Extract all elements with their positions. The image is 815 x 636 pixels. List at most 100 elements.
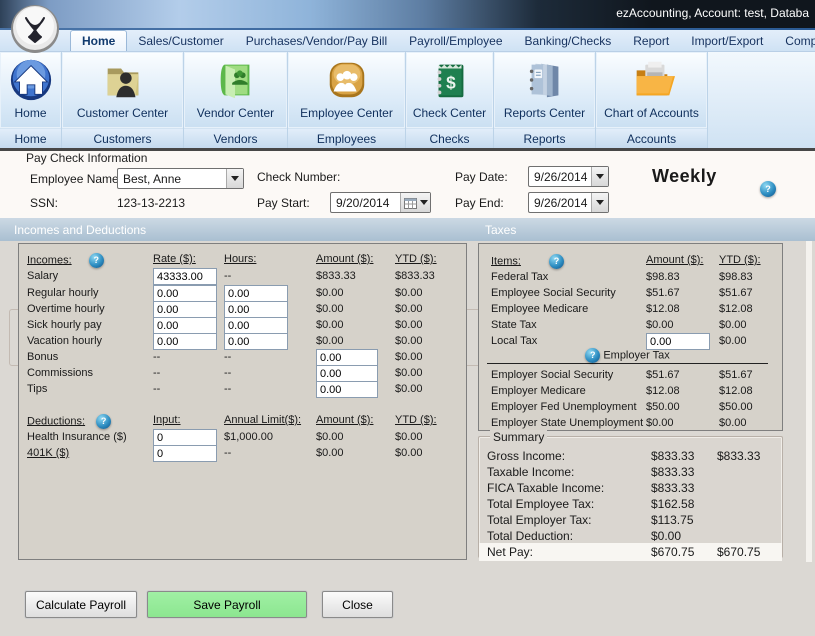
pay-start-picker[interactable]: 9/20/2014: [330, 192, 431, 213]
tips-amount-input[interactable]: [316, 381, 378, 398]
pay-end-label: Pay End:: [455, 196, 504, 210]
amount-header: Amount ($):: [316, 253, 373, 265]
toolbar-button-label: Check Center: [413, 106, 486, 120]
employer-tax-header: Employer Tax: [603, 349, 669, 361]
health-insurance-input[interactable]: [153, 429, 217, 446]
pay-date-label: Pay Date:: [455, 170, 508, 184]
toolbar-button-label: Vendor Center: [197, 106, 274, 120]
toolbar-group-customers[interactable]: Customers: [62, 128, 183, 149]
input-header: Input:: [153, 414, 181, 426]
toolbar-group-employees[interactable]: Employees: [288, 128, 405, 149]
hours-header: Hours:: [224, 253, 256, 265]
home-icon: [8, 57, 54, 103]
toolbar-button-label: Reports Center: [504, 106, 585, 120]
income-row-vacation-hourly: Vacation hourly $0.00 $0.00: [19, 335, 466, 351]
paycheck-help-icon[interactable]: [760, 181, 776, 197]
chevron-down-icon[interactable]: [591, 193, 608, 212]
toolbar-button-home[interactable]: Home: [0, 52, 61, 128]
toolbar-button-check-center[interactable]: $ Check Center: [406, 52, 493, 128]
summary-row-net-pay: Net Pay: $670.75 $670.75: [479, 543, 782, 561]
vacation-hourly-rate-input[interactable]: [153, 333, 217, 350]
annual-limit-header: Annual Limit($):: [224, 414, 301, 426]
ded-amount-header: Amount ($):: [316, 414, 373, 426]
toolbar-button-label: Home: [14, 106, 46, 120]
chevron-down-icon[interactable]: [591, 167, 608, 186]
sick-hourly-rate-input[interactable]: [153, 317, 217, 334]
menu-item-company[interactable]: Company: [774, 31, 815, 51]
customers-folder-icon: [100, 57, 146, 103]
salary-rate-input[interactable]: [153, 268, 217, 285]
pay-end-picker[interactable]: 9/26/2014: [528, 192, 609, 213]
tax-ytd-header: YTD ($):: [719, 254, 761, 266]
regular-hourly-rate-input[interactable]: [153, 285, 217, 302]
menu-bar: Home Sales/Customer Purchases/Vendor/Pay…: [0, 30, 815, 52]
app-logo-icon[interactable]: [10, 4, 60, 54]
app-window: ezAccounting, Account: test, Databa Home…: [0, 0, 815, 636]
summary-row-taxable-income: Taxable Income: $833.33: [479, 465, 782, 481]
employee-name-value: Best, Anne: [118, 172, 226, 186]
pay-start-value: 9/20/2014: [331, 196, 400, 210]
regular-hourly-hours-input[interactable]: [224, 285, 288, 302]
calculate-payroll-button[interactable]: Calculate Payroll: [25, 591, 137, 618]
income-row-tips: Tips -- -- $0.00: [19, 383, 466, 399]
401k-input[interactable]: [153, 445, 217, 462]
vacation-hourly-hours-input[interactable]: [224, 333, 288, 350]
employee-name-label: Employee Name:: [30, 172, 122, 186]
save-payroll-button[interactable]: Save Payroll: [147, 591, 307, 618]
income-row-bonus: Bonus -- -- $0.00: [19, 351, 466, 367]
overtime-hourly-hours-input[interactable]: [224, 301, 288, 318]
tax-row-state: State Tax $0.00 $0.00: [479, 319, 782, 335]
menu-item-report[interactable]: Report: [622, 31, 680, 51]
ssn-label: SSN:: [30, 196, 58, 210]
summary-row-total-employee-tax: Total Employee Tax: $162.58: [479, 497, 782, 513]
incomes-deductions-panel: Incomes: Rate ($): Hours: Amount ($): YT…: [18, 243, 467, 560]
taxes-band-title: Taxes: [485, 223, 516, 237]
toolbar-group-accounts[interactable]: Accounts: [596, 128, 707, 149]
chevron-down-icon[interactable]: [226, 169, 243, 188]
toolbar-button-employee-center[interactable]: Employee Center: [288, 52, 405, 128]
toolbar-button-chart-of-accounts[interactable]: Chart of Accounts: [596, 52, 707, 128]
toolbar-button-label: Employee Center: [300, 106, 393, 120]
summary-title: Summary: [490, 430, 547, 444]
bonus-amount-input[interactable]: [316, 349, 378, 366]
toolbar-group-vendors[interactable]: Vendors: [184, 128, 287, 149]
incomes-help-icon[interactable]: [89, 253, 104, 268]
toolbar-button-customer-center[interactable]: Customer Center: [62, 52, 183, 128]
taxes-help-icon[interactable]: [549, 254, 564, 269]
menu-item-import-export[interactable]: Import/Export: [680, 31, 774, 51]
employer-tax-help-icon[interactable]: [585, 348, 600, 363]
section-band: Incomes and Deductions Taxes: [0, 218, 815, 241]
pay-date-picker[interactable]: 9/26/2014: [528, 166, 609, 187]
calendar-dropdown-button[interactable]: [400, 193, 430, 212]
menu-item-home[interactable]: Home: [70, 30, 127, 51]
menu-item-payroll-employee[interactable]: Payroll/Employee: [398, 31, 513, 51]
close-button[interactable]: Close: [322, 591, 393, 618]
reports-binders-icon: [522, 57, 568, 103]
sick-hourly-hours-input[interactable]: [224, 317, 288, 334]
pay-end-value: 9/26/2014: [529, 196, 591, 210]
menu-item-sales-customer[interactable]: Sales/Customer: [127, 31, 234, 51]
401k-link[interactable]: 401K ($): [27, 447, 69, 459]
toolbar-group-home[interactable]: Home: [0, 128, 61, 149]
calendar-icon: [404, 197, 417, 209]
ytd-header: YTD ($):: [395, 253, 437, 265]
pay-frequency-label: Weekly: [652, 166, 717, 187]
deductions-help-icon[interactable]: [96, 414, 111, 429]
toolbar-group-reports[interactable]: Reports: [494, 128, 595, 149]
menu-item-banking-checks[interactable]: Banking/Checks: [514, 31, 623, 51]
toolbar-group-checks[interactable]: Checks: [406, 128, 493, 149]
summary-row-fica-taxable-income: FICA Taxable Income: $833.33: [479, 481, 782, 497]
toolbar-button-reports-center[interactable]: Reports Center: [494, 52, 595, 128]
tax-row-employer-medicare: Employer Medicare $12.08 $12.08: [479, 385, 782, 401]
toolbar-button-vendor-center[interactable]: Vendor Center: [184, 52, 287, 128]
taxes-panel: Items: Amount ($): YTD ($): Federal Tax …: [478, 243, 783, 431]
pay-start-label: Pay Start:: [257, 196, 310, 210]
overtime-hourly-rate-input[interactable]: [153, 301, 217, 318]
employer-tax-divider: Employer Tax: [487, 348, 768, 364]
ded-ytd-header: YTD ($):: [395, 414, 437, 426]
employee-name-dropdown[interactable]: Best, Anne: [117, 168, 244, 189]
menu-item-purchases-vendor-pay-bill[interactable]: Purchases/Vendor/Pay Bill: [235, 31, 398, 51]
commissions-amount-input[interactable]: [316, 365, 378, 382]
rate-header: Rate ($):: [153, 253, 196, 265]
tax-row-employee-social-security: Employee Social Security $51.67 $51.67: [479, 287, 782, 303]
